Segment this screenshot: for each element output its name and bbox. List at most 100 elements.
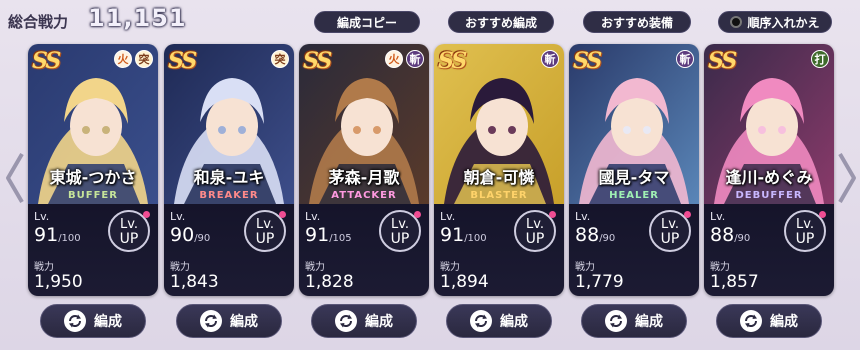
power-value: 1,857 [710, 272, 759, 292]
level-value: 88/90 [575, 224, 616, 246]
rarity-badge: SS [303, 48, 332, 74]
level-up-button[interactable]: Lv. UP [244, 210, 286, 252]
role-label: BUFFER [68, 190, 118, 201]
level-label: Lv. [170, 210, 186, 223]
edit-formation-button[interactable]: 編成 [311, 304, 417, 338]
character-name: 東城-つかさ [49, 168, 137, 187]
chevron-left-icon [6, 152, 24, 204]
recommend-formation-label: おすすめ編成 [464, 15, 537, 30]
refresh-icon [200, 310, 222, 332]
power-label: 戦力 [170, 262, 190, 273]
level-up-button[interactable]: Lv. UP [379, 210, 421, 252]
level-value: 88/90 [710, 224, 751, 246]
level-up-button[interactable]: Lv. UP [514, 210, 556, 252]
character-name: 和泉-ユキ [193, 168, 265, 187]
recommend-equipment-label: おすすめ装備 [600, 15, 673, 30]
weapon-type-icon: 打 [811, 50, 829, 68]
edit-formation-button[interactable]: 編成 [40, 304, 146, 338]
character-card[interactable]: SS 突 和泉-ユキ BREAKER Lv. 90/90 Lv. UP 戦力 1,… [164, 44, 294, 296]
weapon-type-icon: 突 [271, 50, 289, 68]
character-name: 逢川-めぐみ [725, 168, 813, 187]
rarity-badge: SS [32, 48, 61, 74]
notification-dot-icon [279, 211, 286, 218]
power-value: 1,894 [440, 272, 489, 292]
power-label: 戦力 [440, 262, 460, 273]
role-label: ATTACKER [331, 190, 397, 201]
role-label: HEALER [609, 190, 659, 201]
character-card[interactable]: SS 火 斬 茅森-月歌 ATTACKER Lv. 91/105 Lv. UP 戦… [299, 44, 429, 296]
level-value: 91/100 [34, 224, 81, 246]
refresh-icon [64, 310, 86, 332]
prev-arrow[interactable] [4, 150, 26, 206]
rarity-badge: SS [438, 48, 467, 74]
power-value: 1,779 [575, 272, 624, 292]
notification-dot-icon [414, 211, 421, 218]
level-label: Lv. [305, 210, 321, 223]
weapon-type-icon: 斬 [676, 50, 694, 68]
weapon-type-icon: 斬 [541, 50, 559, 68]
edit-formation-label: 編成 [365, 314, 393, 330]
level-value: 90/90 [170, 224, 211, 246]
next-arrow[interactable] [836, 150, 858, 206]
refresh-icon [740, 310, 762, 332]
character-card[interactable]: SS 火 突 東城-つかさ BUFFER Lv. 91/100 Lv. UP 戦力… [28, 44, 158, 296]
role-label: BREAKER [199, 190, 259, 201]
edit-formation-label: 編成 [230, 314, 258, 330]
character-name: 茅森-月歌 [328, 168, 400, 187]
character-name: 國見-タマ [598, 168, 670, 187]
rarity-badge: SS [168, 48, 197, 74]
edit-formation-button[interactable]: 編成 [176, 304, 282, 338]
edit-formation-button[interactable]: 編成 [716, 304, 822, 338]
chevron-right-icon [838, 152, 856, 204]
edit-formation-button[interactable]: 編成 [581, 304, 687, 338]
recommend-equipment-button[interactable]: おすすめ装備 [583, 11, 691, 33]
power-value: 1,843 [170, 272, 219, 292]
power-label: 戦力 [34, 262, 54, 273]
level-label: Lv. [34, 210, 50, 223]
power-label: 戦力 [305, 262, 325, 273]
recommend-formation-button[interactable]: おすすめ編成 [448, 11, 554, 33]
level-label: Lv. [575, 210, 591, 223]
notification-dot-icon [549, 211, 556, 218]
rarity-badge: SS [573, 48, 602, 74]
character-name: 朝倉-可憐 [463, 168, 535, 187]
notification-dot-icon [143, 211, 150, 218]
reorder-label: 順序入れかえ [747, 15, 820, 30]
notification-dot-icon [684, 211, 691, 218]
role-label: BLASTER [470, 190, 528, 201]
level-up-button[interactable]: Lv. UP [784, 210, 826, 252]
edit-formation-button[interactable]: 編成 [446, 304, 552, 338]
element-icon: 火 [114, 50, 132, 68]
level-label: Lv. [440, 210, 456, 223]
character-card[interactable]: SS 打 逢川-めぐみ DEBUFFER Lv. 88/90 Lv. UP 戦力 … [704, 44, 834, 296]
rarity-badge: SS [708, 48, 737, 74]
character-card[interactable]: SS 斬 朝倉-可憐 BLASTER Lv. 91/100 Lv. UP 戦力 1… [434, 44, 564, 296]
edit-formation-label: 編成 [635, 314, 663, 330]
power-value: 1,950 [34, 272, 83, 292]
power-value: 1,828 [305, 272, 354, 292]
refresh-icon [335, 310, 357, 332]
refresh-icon [470, 310, 492, 332]
notification-dot-icon [819, 211, 826, 218]
power-label: 戦力 [710, 262, 730, 273]
weapon-type-icon: 斬 [406, 50, 424, 68]
reorder-toggle[interactable]: 順序入れかえ [718, 11, 832, 33]
refresh-icon [605, 310, 627, 332]
copy-formation-button[interactable]: 編成コピー [314, 11, 420, 33]
edit-formation-label: 編成 [770, 314, 798, 330]
header: 総合戦力 11,151 編成コピー おすすめ編成 おすすめ装備 順序入れかえ [0, 0, 860, 40]
edit-formation-label: 編成 [500, 314, 528, 330]
toggle-dot-icon [730, 16, 743, 28]
total-power-label: 総合戦力 [8, 13, 69, 31]
power-label: 戦力 [575, 262, 595, 273]
edit-formation-label: 編成 [94, 314, 122, 330]
weapon-type-icon: 突 [135, 50, 153, 68]
level-up-button[interactable]: Lv. UP [649, 210, 691, 252]
copy-formation-label: 編成コピー [336, 15, 397, 30]
character-card[interactable]: SS 斬 國見-タマ HEALER Lv. 88/90 Lv. UP 戦力 1,7… [569, 44, 699, 296]
level-up-button[interactable]: Lv. UP [108, 210, 150, 252]
role-label: DEBUFFER [735, 190, 803, 201]
level-value: 91/105 [305, 224, 352, 246]
level-value: 91/100 [440, 224, 487, 246]
total-power-value: 11,151 [88, 4, 187, 32]
